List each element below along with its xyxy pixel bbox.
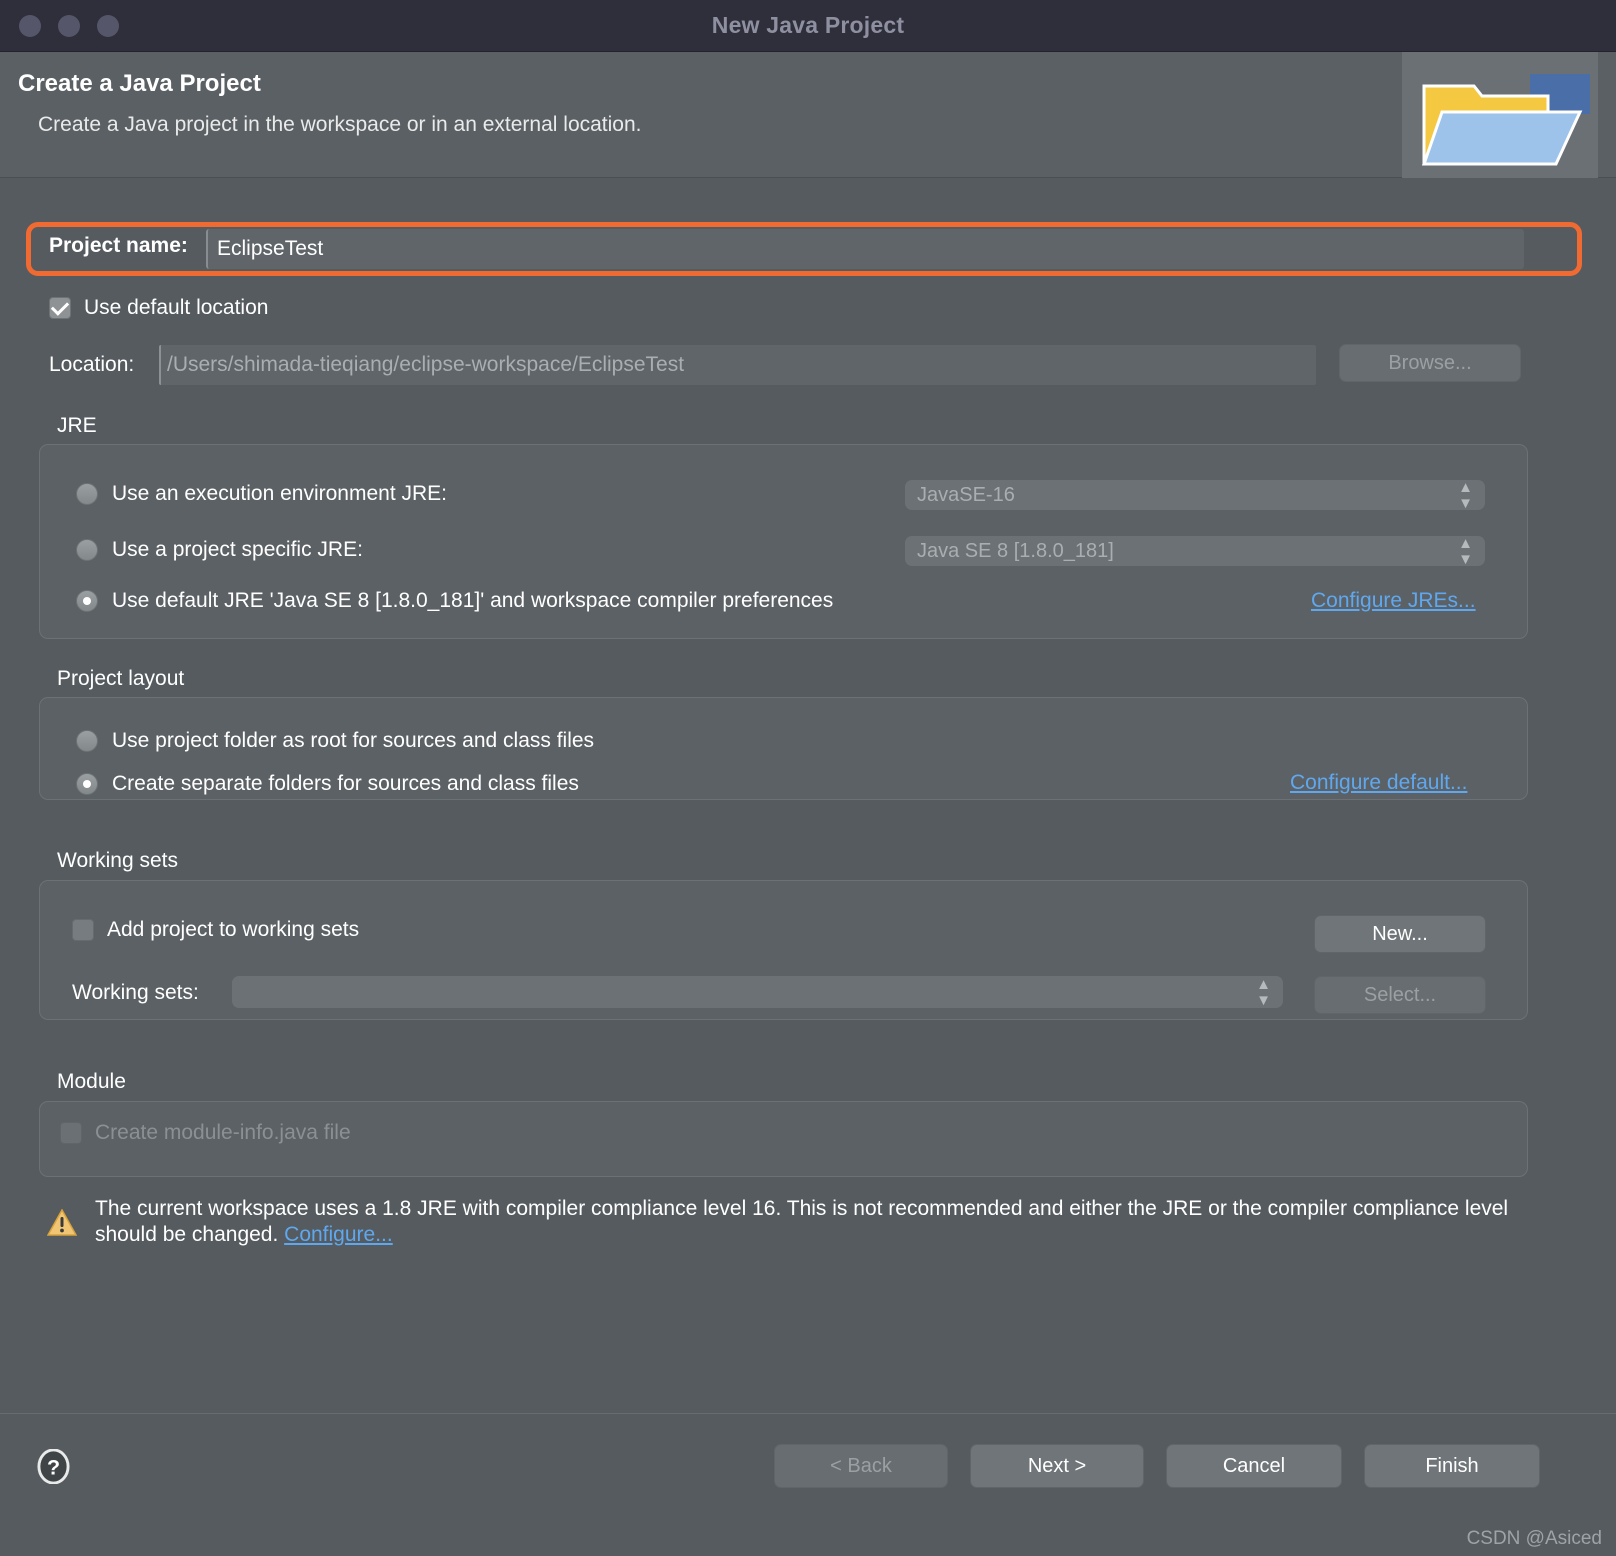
working-sets-combo[interactable]: ▲ ▼ <box>232 976 1283 1008</box>
location-label: Location: <box>49 353 135 376</box>
jre-default-label: Use default JRE 'Java SE 8 [1.8.0_181]' … <box>112 589 834 612</box>
jre-project-specific-label: Use a project specific JRE: <box>112 538 363 561</box>
new-java-project-dialog: New Java Project Create a Java Project C… <box>0 0 1616 1556</box>
jre-execution-environment-combo-value: JavaSE-16 <box>917 483 1015 506</box>
add-to-working-sets-checkbox[interactable] <box>72 919 94 941</box>
window-controls <box>19 14 119 37</box>
jre-project-specific-row[interactable]: Use a project specific JRE: <box>76 538 363 562</box>
warning-message: The current workspace uses a 1.8 JRE wit… <box>95 1196 1515 1247</box>
module-group-title: Module <box>57 1070 126 1093</box>
create-module-info-label: Create module-info.java file <box>95 1121 351 1144</box>
configure-jres-link[interactable]: Configure JREs... <box>1311 589 1476 613</box>
project-layout-group-title: Project layout <box>57 667 185 690</box>
dialog-body: Project name: Use default location Locat… <box>0 178 1616 1414</box>
zoom-window-button[interactable] <box>97 14 119 37</box>
project-name-label: Project name: <box>49 234 188 257</box>
project-name-input[interactable] <box>206 229 1524 269</box>
cancel-button[interactable]: Cancel <box>1166 1444 1342 1488</box>
jre-execution-environment-radio[interactable] <box>76 483 98 505</box>
chevron-updown-icon: ▲ ▼ <box>1256 975 1271 1009</box>
jre-project-specific-radio[interactable] <box>76 539 98 561</box>
working-sets-combo-label: Working sets: <box>72 981 199 1004</box>
use-default-location-label: Use default location <box>84 296 269 319</box>
layout-project-folder-label: Use project folder as root for sources a… <box>112 729 595 752</box>
open-folder-icon <box>1402 52 1598 178</box>
location-input[interactable] <box>159 345 1316 385</box>
add-to-working-sets-label: Add project to working sets <box>107 918 360 941</box>
add-to-working-sets-row[interactable]: Add project to working sets <box>72 918 359 942</box>
minimize-window-button[interactable] <box>58 14 80 37</box>
jre-group-title: JRE <box>57 414 97 437</box>
title-bar: New Java Project <box>0 0 1616 52</box>
new-working-set-button[interactable]: New... <box>1314 915 1486 953</box>
use-default-location-checkbox[interactable] <box>49 297 71 319</box>
warning-triangle-icon <box>47 1209 77 1236</box>
jre-execution-environment-combo[interactable]: JavaSE-16 ▲ ▼ <box>905 478 1485 512</box>
configure-default-link[interactable]: Configure default... <box>1290 771 1467 795</box>
use-default-location-row[interactable]: Use default location <box>49 296 268 320</box>
close-window-button[interactable] <box>19 14 41 37</box>
page-title: Create a Java Project <box>18 70 261 97</box>
jre-default-radio[interactable] <box>76 590 98 612</box>
layout-project-folder-row[interactable]: Use project folder as root for sources a… <box>76 729 594 753</box>
select-working-set-button[interactable]: Select... <box>1314 976 1486 1014</box>
svg-text:?: ? <box>47 1455 60 1479</box>
browse-button[interactable]: Browse... <box>1339 344 1521 382</box>
dialog-header: Create a Java Project Create a Java proj… <box>0 52 1616 178</box>
layout-separate-folders-radio[interactable] <box>76 773 98 795</box>
chevron-updown-icon: ▲ ▼ <box>1458 534 1473 568</box>
working-sets-group-title: Working sets <box>57 849 178 872</box>
chevron-updown-icon: ▲ ▼ <box>1458 478 1473 512</box>
dialog-footer: ? < Back Next > Cancel Finish CSDN @Asic… <box>0 1413 1616 1556</box>
back-button[interactable]: < Back <box>774 1444 948 1488</box>
jre-project-specific-combo-value: Java SE 8 [1.8.0_181] <box>917 539 1114 562</box>
page-subtitle: Create a Java project in the workspace o… <box>38 113 642 136</box>
finish-button[interactable]: Finish <box>1364 1444 1540 1488</box>
window-title: New Java Project <box>711 12 905 38</box>
layout-separate-folders-label: Create separate folders for sources and … <box>112 772 579 795</box>
layout-project-folder-radio[interactable] <box>76 730 98 752</box>
warning-configure-link[interactable]: Configure... <box>284 1223 393 1246</box>
create-module-info-row[interactable]: Create module-info.java file <box>60 1121 351 1145</box>
jre-default-row[interactable]: Use default JRE 'Java SE 8 [1.8.0_181]' … <box>76 589 833 613</box>
watermark: CSDN @Asiced <box>1466 1528 1602 1549</box>
jre-execution-environment-row[interactable]: Use an execution environment JRE: <box>76 482 447 506</box>
jre-execution-environment-label: Use an execution environment JRE: <box>112 482 448 505</box>
layout-separate-folders-row[interactable]: Create separate folders for sources and … <box>76 772 579 796</box>
help-question-icon[interactable]: ? <box>36 1449 71 1484</box>
jre-project-specific-combo[interactable]: Java SE 8 [1.8.0_181] ▲ ▼ <box>905 534 1485 568</box>
next-button[interactable]: Next > <box>970 1444 1144 1488</box>
footer-button-group: < Back Next > Cancel Finish <box>774 1444 1540 1488</box>
create-module-info-checkbox[interactable] <box>60 1122 82 1144</box>
